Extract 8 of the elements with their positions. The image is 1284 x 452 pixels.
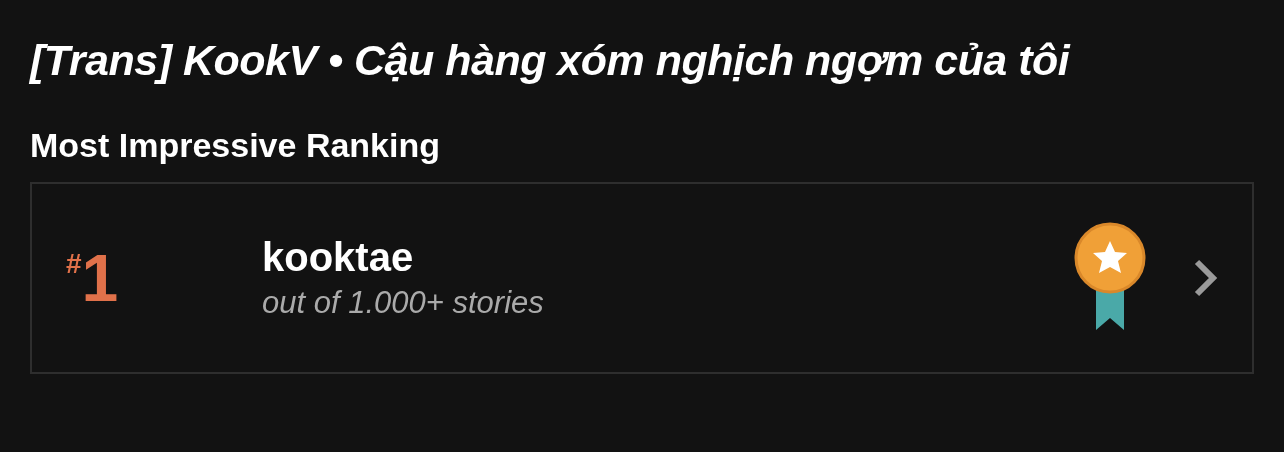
story-title: [Trans] KookV • Cậu hàng xóm nghịch ngợm của tôi <box>30 35 1072 86</box>
chevron-right-icon <box>1192 258 1218 298</box>
ranking-card[interactable]: #1 kooktae out of 1.000+ stories <box>30 182 1254 374</box>
ranking-subtitle: out of 1.000+ stories <box>262 284 545 322</box>
section-title: Most Impressive Ranking <box>30 125 441 166</box>
hash-sign: # <box>66 247 82 281</box>
rank-number: 1 <box>81 241 119 315</box>
tag-name: kooktae <box>262 234 415 281</box>
